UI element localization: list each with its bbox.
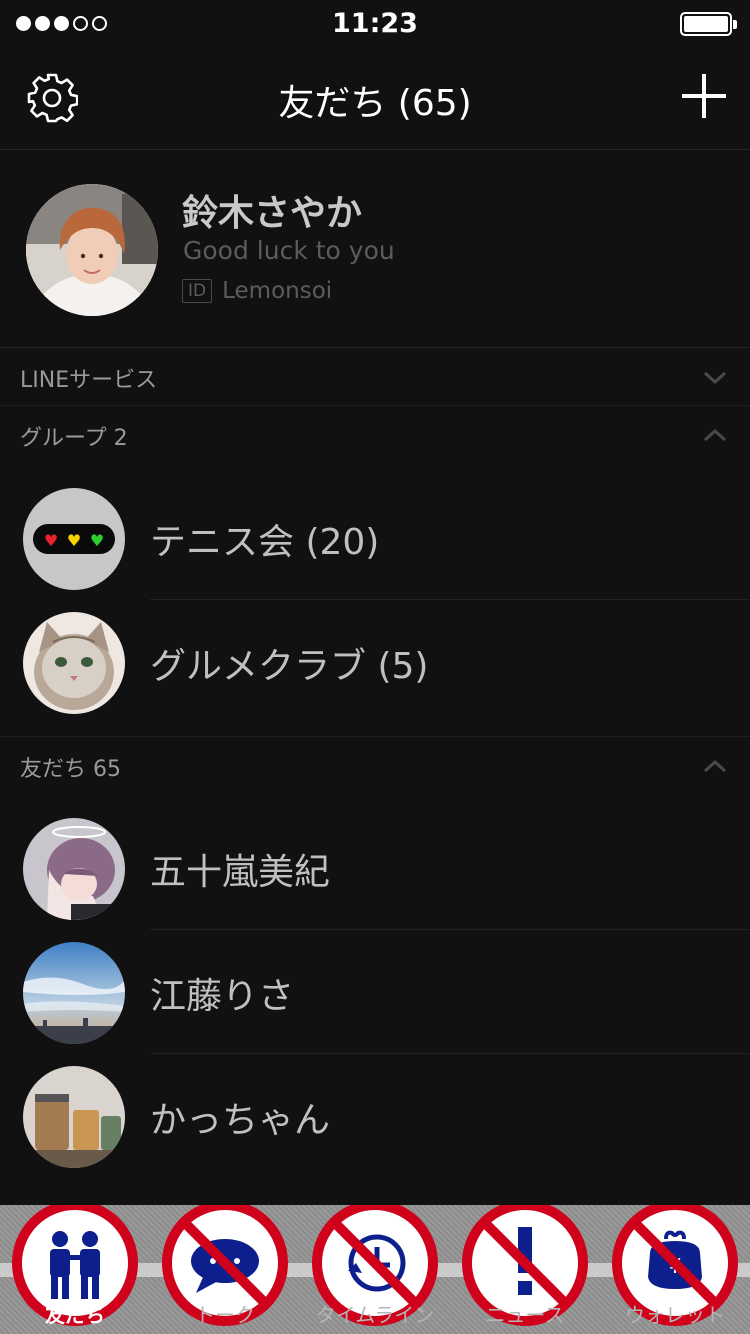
svg-text:♥: ♥ bbox=[90, 531, 104, 550]
tab-label: ウォレット bbox=[625, 1303, 725, 1327]
section-label: LINEサービス bbox=[20, 368, 158, 393]
tab-talk[interactable]: トーク bbox=[150, 1205, 300, 1334]
tab-label: ニュース bbox=[485, 1303, 565, 1327]
nav-bar: 友だち (65) bbox=[0, 48, 750, 150]
status-time: 11:23 bbox=[332, 8, 418, 39]
chevron-up-icon bbox=[703, 428, 727, 442]
group-avatar: ♥ ♥ ♥ bbox=[23, 488, 125, 590]
tab-label: タイムライン bbox=[315, 1303, 435, 1327]
status-bar: 11:23 bbox=[0, 0, 750, 48]
friend-avatar bbox=[23, 942, 125, 1044]
profile-name: 鈴木さやか bbox=[182, 193, 363, 234]
add-friend-plus-icon[interactable] bbox=[682, 74, 726, 118]
group-name: グルメクラブ (5) bbox=[150, 646, 429, 687]
group-avatar bbox=[23, 612, 125, 714]
battery-icon bbox=[680, 12, 737, 36]
tab-friends[interactable]: 友だち bbox=[0, 1205, 150, 1334]
tab-timeline[interactable]: タイムライン bbox=[300, 1205, 450, 1334]
profile-status-message: Good luck to you bbox=[183, 236, 395, 265]
friend-row[interactable]: 五十嵐美紀 bbox=[0, 806, 750, 930]
id-badge: ID bbox=[182, 279, 213, 303]
tab-news[interactable]: ニュース bbox=[450, 1205, 600, 1334]
section-groups[interactable]: グループ 2 bbox=[0, 406, 750, 464]
tab-bar: 友だち トーク タイムライン ニュース ウォレット bbox=[0, 1205, 750, 1334]
friend-avatar bbox=[23, 818, 125, 920]
tab-label: 友だち bbox=[45, 1303, 105, 1327]
section-label: グループ 2 bbox=[20, 426, 128, 451]
page-title: 友だち (65) bbox=[278, 83, 472, 124]
friend-name: かっちゃん bbox=[150, 1100, 331, 1141]
friend-row[interactable]: 江藤りさ bbox=[0, 930, 750, 1054]
friend-row[interactable]: かっちゃん bbox=[0, 1054, 750, 1178]
section-line-services[interactable]: LINEサービス bbox=[0, 348, 750, 406]
friend-avatar bbox=[23, 1066, 125, 1168]
svg-text:♥: ♥ bbox=[67, 531, 81, 550]
id-value: Lemonsoi bbox=[222, 278, 333, 304]
group-row[interactable]: グルメクラブ (5) bbox=[0, 600, 750, 724]
chevron-up-icon bbox=[703, 759, 727, 773]
section-friends[interactable]: 友だち 65 bbox=[0, 736, 750, 794]
group-row[interactable]: ♥ ♥ ♥ テニス会 (20) bbox=[0, 476, 750, 600]
group-name: テニス会 (20) bbox=[150, 522, 380, 563]
profile-avatar[interactable] bbox=[26, 184, 158, 316]
friend-name: 江藤りさ bbox=[150, 976, 295, 1017]
chevron-down-icon bbox=[703, 371, 727, 385]
svg-text:♥: ♥ bbox=[44, 531, 58, 550]
section-label: 友だち 65 bbox=[20, 757, 121, 782]
friend-name: 五十嵐美紀 bbox=[150, 852, 331, 893]
profile-id: ID Lemonsoi bbox=[182, 278, 332, 304]
tab-label: トーク bbox=[195, 1303, 255, 1327]
tab-wallet[interactable]: ¥ ウォレット bbox=[600, 1205, 750, 1334]
my-profile[interactable]: 鈴木さやか Good luck to you ID Lemonsoi bbox=[0, 150, 750, 348]
